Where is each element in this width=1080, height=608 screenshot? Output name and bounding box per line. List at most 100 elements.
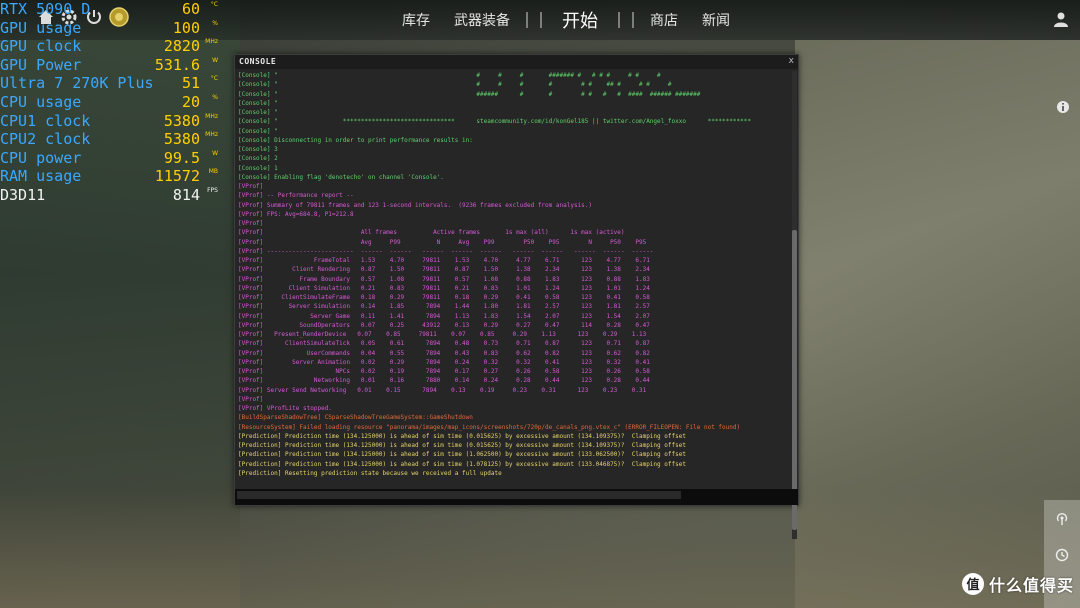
console-log-line: [VProf] Client Simulation 0.21 0.83 7981…: [238, 284, 650, 292]
osd-label: GPU Power: [0, 55, 82, 74]
nav-play[interactable]: 开始: [562, 7, 598, 33]
console-log-line: [Console] " # # # # # # ## # # # #: [238, 81, 672, 89]
console-log-line: [VProf] Networking 0.01 0.16 7880 0.14 0…: [238, 377, 650, 385]
console-log-line: [VProf] Frame Boundary 0.57 1.08 79811 0…: [238, 275, 650, 283]
console-log-line: [VProf] Server Game 0.11 1.41 7894 1.13 …: [238, 312, 650, 320]
osd-value: 100: [172, 18, 200, 37]
console-log-line: [VProf] Server Animation 0.02 0.29 7894 …: [238, 358, 650, 366]
console-log-line: [VProf] FPS: Avg=684.8, P1=212.8: [238, 210, 354, 218]
console-log-line: [Console] ": [238, 99, 278, 107]
osd-row: CPU1 clock 5380 MHz: [0, 112, 222, 131]
watermark-logo-icon: 值: [961, 573, 984, 595]
console-log-line: [Prediction] Resetting prediction state …: [238, 469, 502, 477]
osd-unit: MHz: [205, 131, 218, 139]
osd-value: 11572: [154, 167, 200, 186]
console-log-line: [Prediction] Prediction time (134.125000…: [238, 451, 686, 459]
close-icon[interactable]: x: [789, 56, 794, 66]
console-log-line: [Prediction] Prediction time (134.125000…: [238, 442, 686, 449]
console-log-line: [VProf] Client Rendering 0.87 1.50 79811…: [238, 266, 650, 274]
osd-label: RTX 5090 D: [0, 0, 91, 18]
watermark: 值 什么值得买: [961, 572, 1074, 596]
osd-row: Ultra 7 270K Plus 51 °C: [0, 74, 222, 93]
console-log-line: [VProf] ClientSimulateTick 0.05 0.61 789…: [238, 340, 650, 348]
osd-row: RAM usage 11572 MB: [0, 167, 222, 186]
osd-label: CPU power: [0, 148, 82, 167]
console-log-line: [VProf] Server Simulation 0.14 1.85 7894…: [238, 303, 650, 311]
history-icon[interactable]: [1055, 548, 1069, 562]
nav-store[interactable]: 商店: [650, 10, 678, 30]
console-log-line: [VProf] UserCommands 0.04 0.55 7894 0.43…: [238, 349, 650, 357]
console-log-line: [VProf]: [238, 183, 264, 190]
console-log-line: [VProf] All frames Active frames 1s max …: [238, 229, 625, 237]
osd-value: 60: [181, 0, 200, 18]
osd-row: CPU usage 20%: [0, 93, 222, 112]
console-input[interactable]: [237, 491, 681, 499]
console-log-line: [Prediction] Prediction time (134.125000…: [238, 460, 686, 468]
console-scrollbar-thumb[interactable]: [792, 230, 797, 530]
console-titlebar[interactable]: CONSOLE x: [235, 55, 798, 69]
osd-row: RTX 5090 D 60 °C: [0, 0, 222, 19]
console-log-line: [VProf] NPCs 0.02 0.19 7894 0.17 0.27 0.…: [238, 368, 650, 375]
console-log-line: [VProf] ------------------------ ------ …: [238, 247, 654, 255]
osd-row: GPU usage 100%: [0, 19, 222, 38]
osd-value: 99.5: [163, 148, 200, 167]
console-log-line: [Console] ": [238, 127, 278, 135]
nav-separator-icon: [526, 12, 542, 28]
console-log-line: [VProf]: [238, 220, 264, 227]
osd-unit: °C: [210, 75, 218, 83]
osd-unit: °C: [210, 1, 218, 8]
console-log-line: [VProf] FrameTotal 1.53 4.70 79811 1.53 …: [238, 257, 650, 264]
info-icon[interactable]: [1056, 100, 1070, 114]
console-log-line: [Console] ": [238, 109, 278, 116]
osd-row: GPU clock 2820 MHz: [0, 37, 222, 56]
console-log-line: [BuildSparseShadowTree] CSparseShadowTre…: [238, 414, 473, 422]
console-log-line: [VProf] ClientSimulateFrame 0.18 0.29 79…: [238, 294, 650, 301]
osd-label: Ultra 7 270K Plus: [0, 74, 154, 93]
osd-value: 531.6: [154, 55, 200, 74]
osd-label: CPU usage: [0, 92, 82, 111]
console-log-line: [Console] " ****************************…: [238, 118, 751, 126]
console-log-line: [VProf] Present_RenderDevice 0.07 0.85 7…: [238, 331, 647, 338]
osd-unit: %: [212, 19, 218, 27]
osd-label: CPU1 clock: [0, 111, 91, 130]
osd-label: RAM usage: [0, 167, 82, 186]
console-log-line: [Console] Disconnecting in order to prin…: [238, 136, 473, 144]
osd-value: 5380: [163, 130, 200, 149]
osd-row: CPU2 clock 5380 MHz: [0, 130, 222, 149]
osd-value: 51: [181, 74, 200, 93]
broadcast-icon[interactable]: [1055, 512, 1069, 526]
main-nav: 库存 武器装备 开始 商店 新闻: [390, 0, 742, 40]
osd-row: D3D11 814 FPS: [0, 186, 222, 205]
console-log-line: [VProf] Avg P99 N Avg P99 P50 P95 N P50 …: [238, 238, 647, 246]
osd-unit: MHz: [205, 112, 218, 120]
osd-unit: W: [212, 56, 218, 64]
console-log-line: [Console] " # # # ####### # # # # # # #: [238, 72, 661, 79]
osd-value: 5380: [163, 111, 200, 130]
user-icon[interactable]: [1052, 10, 1070, 28]
console-input-area: [235, 489, 798, 505]
osd-unit: MHz: [205, 38, 218, 46]
osd-label: D3D11: [0, 185, 46, 204]
osd-label: GPU clock: [0, 37, 82, 56]
osd-unit: %: [212, 93, 218, 101]
osd-row: GPU Power 531.6 W: [0, 56, 222, 75]
console-log-line: [VProf] Server Send Networking 0.01 0.15…: [238, 386, 647, 394]
console-log-line: [Console] 1: [238, 164, 278, 172]
osd-value: 2820: [163, 37, 200, 56]
console-log-line: [VProf] -- Performance report --: [238, 192, 354, 200]
console-log-line: [VProf] Summary of 79811 frames and 123 …: [238, 201, 593, 209]
osd-unit: FPS: [207, 186, 218, 194]
console-log-line: [Prediction] Prediction time (134.125000…: [238, 432, 686, 440]
nav-loadout[interactable]: 武器装备: [454, 10, 510, 30]
console-window[interactable]: CONSOLE x [Console] " # # # ####### # # …: [234, 54, 799, 539]
svg-text:值: 值: [966, 577, 979, 593]
console-log-line: [Console] Enabling flag 'denotecho' on c…: [238, 173, 444, 181]
console-log: [Console] " # # # ####### # # # # # # # […: [238, 71, 790, 537]
console-title: CONSOLE: [239, 57, 277, 66]
console-log-line: [Console] " ###### # # # # # # #### ####…: [238, 90, 701, 98]
osd-unit: MB: [208, 168, 218, 176]
watermark-text: 什么值得买: [988, 576, 1074, 595]
performance-overlay: RTX 5090 D 60 °C GPU usage 100% GPU clock 2820…: [0, 0, 222, 205]
nav-news[interactable]: 新闻: [702, 10, 730, 30]
nav-inventory[interactable]: 库存: [402, 10, 430, 30]
